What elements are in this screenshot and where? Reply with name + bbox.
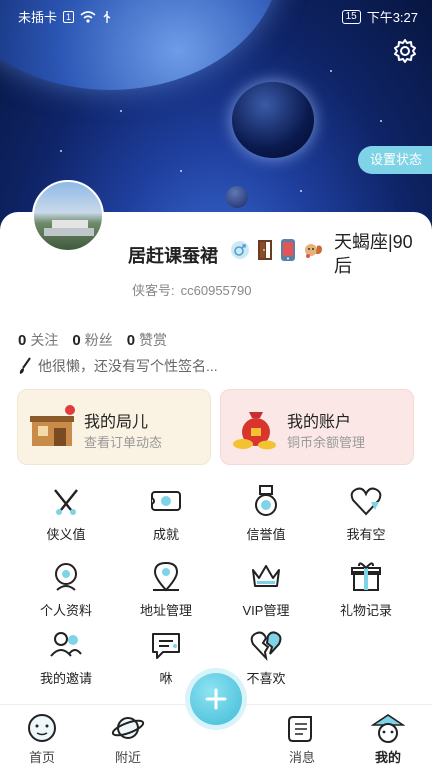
swords-icon — [54, 489, 78, 515]
menu-item-vip[interactable]: VIP管理 — [216, 560, 316, 619]
tab-home[interactable]: 首页 — [12, 711, 72, 766]
menu-label: 我的邀请 — [39, 671, 92, 686]
stat-followers[interactable]: 0 粉丝 — [72, 330, 112, 350]
menu-item-profile[interactable]: 个人资料 — [16, 560, 116, 619]
stat-label: 关注 — [30, 332, 59, 348]
star — [120, 110, 122, 112]
location-icon — [153, 561, 179, 592]
invite-icon — [50, 632, 82, 657]
tab-nearby[interactable]: 附近 — [98, 711, 158, 766]
pet-icon — [305, 244, 322, 258]
menu-label: 礼物记录 — [339, 603, 392, 618]
menu-label: 侠义值 — [46, 527, 86, 542]
tab-messages[interactable]: 消息 — [272, 711, 332, 766]
tab-label: 消息 — [288, 750, 315, 765]
my-account-title: 我的账户 — [287, 414, 352, 431]
usb-icon — [103, 10, 111, 23]
me-hat-icon — [371, 714, 405, 743]
menu-label: 个人资料 — [39, 603, 92, 618]
my-orders-title: 我的局儿 — [84, 414, 149, 431]
chat-icon — [152, 633, 180, 659]
planet-icon — [111, 717, 145, 739]
brush-icon — [19, 357, 31, 374]
menu-label: 地址管理 — [139, 603, 192, 618]
avatar[interactable] — [32, 180, 104, 252]
shop-icon — [30, 405, 75, 446]
clock-text: 下午3:27 — [366, 10, 418, 25]
tab-label: 首页 — [28, 750, 55, 765]
carrier-text: 未插卡 — [18, 10, 58, 25]
door-icon — [258, 240, 272, 260]
add-post-button[interactable] — [190, 673, 242, 725]
stat-count: 0 — [126, 332, 136, 349]
signature-text: 他很懒，还没有写个性签名... — [38, 358, 218, 374]
star — [380, 120, 382, 122]
gift-icon — [351, 562, 381, 591]
battery-indicator: 15 — [341, 9, 361, 24]
my-orders-subtitle: 查看订单动态 — [84, 435, 163, 450]
ticket-icon — [151, 491, 181, 511]
broken-heart-icon — [250, 631, 282, 662]
sim-slot-icon: 1 — [63, 10, 75, 23]
stat-count: 0 — [18, 332, 27, 349]
star — [300, 190, 302, 192]
menu-item-gifts[interactable]: 礼物记录 — [316, 560, 416, 619]
avatar-building — [44, 228, 94, 236]
menu-label: VIP管理 — [242, 603, 290, 618]
user-id-label: 侠客号: — [132, 283, 175, 298]
money-bag-icon — [233, 412, 276, 450]
tab-label: 我的 — [374, 750, 401, 765]
nickname: 居赶课蚕裙 — [128, 246, 218, 266]
star — [180, 170, 182, 172]
stats-row: 0 关注 0 粉丝 0 赞赏 — [18, 330, 167, 350]
user-id-value: cc60955790 — [180, 283, 252, 298]
badge-row — [230, 238, 324, 262]
stat-following[interactable]: 0 关注 — [18, 330, 58, 350]
planet-small — [226, 186, 248, 208]
profile-icon — [55, 563, 77, 591]
home-face-icon — [28, 714, 56, 742]
stat-label: 赞赏 — [139, 332, 168, 348]
planet-medium — [232, 82, 314, 158]
my-account-card[interactable]: 我的账户 铜币余额管理 — [220, 389, 414, 465]
plus-icon — [205, 688, 227, 710]
stat-tips[interactable]: 0 赞赏 — [127, 330, 167, 350]
menu-item-achievement[interactable]: 成就 — [116, 484, 216, 543]
star — [330, 70, 332, 72]
stat-label: 粉丝 — [84, 332, 113, 348]
user-id: 侠客号: cc60955790 — [132, 280, 257, 299]
gear-icon[interactable] — [392, 38, 418, 64]
scroll-icon — [288, 716, 312, 742]
menu-item-chivalry[interactable]: 侠义值 — [16, 484, 116, 543]
status-bar: 未插卡 1 15 下午3:27 — [0, 0, 432, 30]
medal-icon — [255, 485, 277, 516]
set-status-button[interactable]: 设置状态 — [357, 146, 432, 174]
menu-item-invite[interactable]: 我的邀请 — [16, 628, 116, 687]
stat-count: 0 — [72, 332, 81, 349]
star — [60, 150, 62, 152]
tab-me[interactable]: 我的 — [358, 711, 418, 766]
menu-label: 我有空 — [346, 527, 386, 542]
my-account-subtitle: 铜币余额管理 — [287, 435, 366, 450]
male-icon — [231, 241, 249, 259]
menu-label: 成就 — [152, 527, 179, 542]
phone-icon — [281, 239, 295, 261]
menu-item-address[interactable]: 地址管理 — [116, 560, 216, 619]
tab-label: 附近 — [114, 750, 141, 765]
constellation-age: 天蝎座|90后 — [334, 232, 413, 276]
menu-label: 信誉值 — [246, 527, 286, 542]
signature-row[interactable]: 他很懒，还没有写个性签名... — [18, 356, 218, 376]
heart-icon — [350, 487, 382, 516]
menu-item-available[interactable]: 我有空 — [316, 484, 416, 543]
crown-icon — [252, 565, 280, 587]
wifi-icon — [80, 10, 96, 23]
my-orders-card[interactable]: 我的局儿 查看订单动态 — [17, 389, 211, 465]
menu-item-reputation[interactable]: 信誉值 — [216, 484, 316, 543]
